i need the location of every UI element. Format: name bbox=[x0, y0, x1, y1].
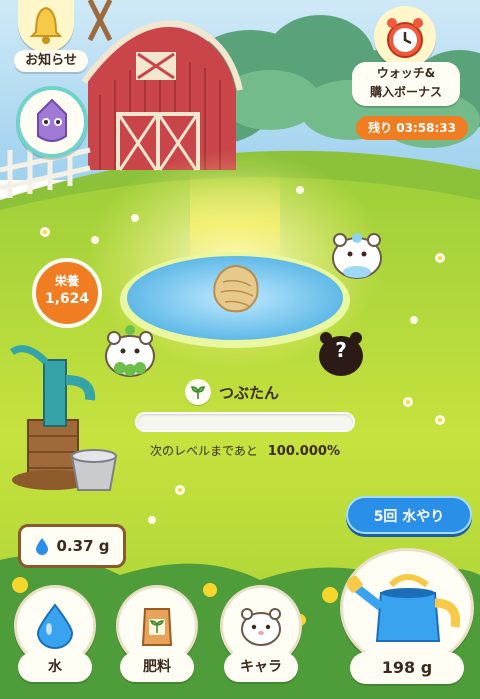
bonus-timer: 残り 03:58:33 bbox=[356, 116, 468, 140]
watch-bonus-label: ウォッチ& 購入ボーナス bbox=[352, 62, 460, 106]
water-pump[interactable] bbox=[6, 340, 136, 500]
nutrition-label: 栄養 bbox=[54, 274, 79, 288]
water-stock-value: 0.37 g bbox=[56, 537, 110, 555]
bucket bbox=[70, 449, 118, 491]
hamster-character[interactable] bbox=[326, 226, 388, 282]
sprout-icon bbox=[185, 379, 211, 405]
level-progress-value: 100.000% bbox=[267, 444, 340, 459]
watch-bonus-line2: 購入ボーナス bbox=[369, 85, 442, 99]
watch-bonus-button[interactable] bbox=[374, 6, 436, 68]
notice-label: お知らせ bbox=[14, 50, 88, 72]
watering-can-amount: 198 g bbox=[350, 652, 464, 684]
watering-can-icon bbox=[347, 574, 461, 642]
water-drop-icon bbox=[36, 603, 74, 649]
water-five-times-button[interactable]: 5回 水やり bbox=[346, 496, 472, 534]
alarm-clock-icon bbox=[387, 18, 423, 58]
level-progress-prefix: 次のレベルまであと bbox=[150, 444, 258, 458]
character-name-row: つぶたん bbox=[185, 378, 279, 406]
nutrition-value: 1,624 bbox=[44, 291, 90, 307]
creature-badge-icon bbox=[37, 98, 67, 142]
unknown-mark: ? bbox=[335, 338, 347, 362]
nav-character-label: キャラ bbox=[224, 652, 298, 682]
bell-icon bbox=[29, 6, 63, 44]
seed-character[interactable] bbox=[205, 258, 269, 322]
notice-button[interactable] bbox=[18, 0, 74, 52]
level-progress-bar bbox=[135, 412, 355, 432]
nav-fertilizer-label: 肥料 bbox=[120, 652, 194, 682]
hamster-face-icon bbox=[241, 608, 281, 646]
character-name: つぶたん bbox=[219, 383, 280, 402]
water-stock-box: 0.37 g bbox=[18, 524, 126, 568]
nav-water-label: 水 bbox=[18, 652, 92, 682]
unknown-character[interactable]: ? bbox=[314, 324, 368, 378]
watch-bonus-line1: ウォッチ& bbox=[376, 66, 436, 80]
event-badge-button[interactable] bbox=[16, 86, 88, 158]
level-progress-text: 次のレベルまであと 100.000% bbox=[120, 442, 370, 459]
watering-can-button[interactable] bbox=[340, 548, 474, 668]
water-drop-icon bbox=[35, 538, 48, 555]
nutrition-badge: 栄養 1,624 bbox=[32, 258, 102, 328]
fertilizer-bag-icon bbox=[141, 608, 173, 646]
